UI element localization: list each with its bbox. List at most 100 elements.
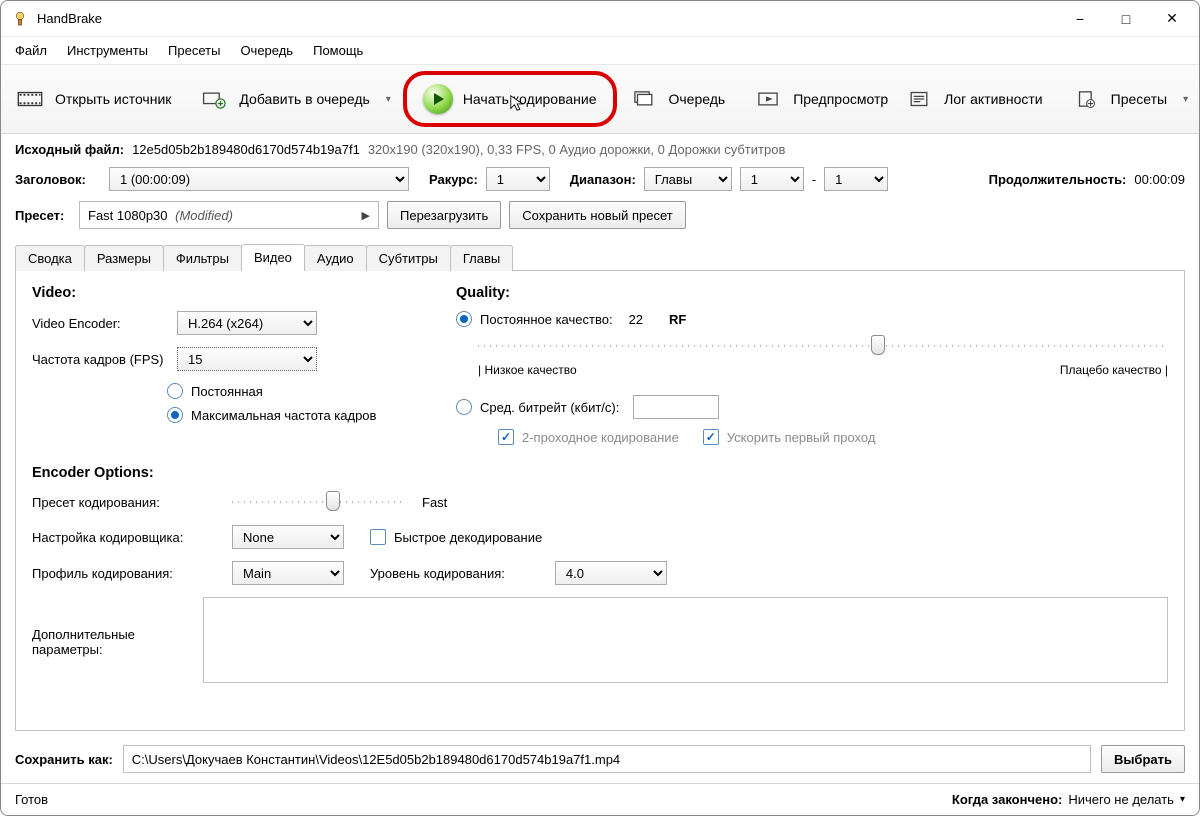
avg-bitrate-label: Сред. битрейт (кбит/с): [480, 400, 619, 415]
enc-preset-label: Пресет кодирования: [32, 495, 222, 510]
filmstrip-icon [15, 86, 45, 112]
menu-queue[interactable]: Очередь [230, 39, 303, 62]
when-done-value: Ничего не делать [1068, 792, 1174, 807]
enc-profile-select[interactable]: Main [232, 561, 344, 585]
fast-decode-check[interactable]: Быстрое декодирование [370, 529, 542, 545]
toolbar: Открыть источник Добавить в очередь ▾ На… [1, 64, 1199, 134]
cq-unit: RF [669, 312, 686, 327]
activity-log-label: Лог активности [944, 91, 1042, 107]
placebo-label: Плацебо качество | [1060, 363, 1168, 377]
addl-params-input[interactable] [203, 597, 1168, 683]
angle-label: Ракурс: [429, 172, 478, 187]
two-pass-check[interactable]: 2-проходное кодирование [498, 429, 679, 445]
save-as-label: Сохранить как: [15, 752, 113, 767]
quality-scale-labels: | Низкое качество Плацебо качество | [478, 363, 1168, 377]
main-body: Исходный файл: 12e5d05b2b189480d6170d574… [1, 134, 1199, 731]
enc-tune-select[interactable]: None [232, 525, 344, 549]
when-done-select[interactable]: Когда закончено: Ничего не делать ▾ [952, 792, 1185, 807]
fps-constant-radio[interactable]: Постоянная [167, 383, 432, 399]
start-encode-label: Начать кодирование [463, 91, 597, 107]
turbo-first-check[interactable]: Ускорить первый проход [703, 429, 876, 445]
tab-summary[interactable]: Сводка [15, 245, 85, 271]
save-as-input[interactable] [123, 745, 1091, 773]
video-encoder-label: Video Encoder: [32, 316, 167, 331]
preset-row: Пресет: Fast 1080p30 (Modified) ▶ Переза… [15, 201, 1185, 229]
presets-icon [1071, 86, 1101, 112]
fps-select[interactable]: 15 [177, 347, 317, 371]
video-heading: Video: [32, 285, 432, 301]
tab-subtitles[interactable]: Субтитры [366, 245, 451, 271]
enc-preset-slider[interactable] [232, 491, 402, 513]
tab-filters[interactable]: Фильтры [163, 245, 242, 271]
range-label: Диапазон: [570, 172, 636, 187]
avg-bitrate-input[interactable] [633, 395, 719, 419]
menubar: Файл Инструменты Пресеты Очередь Помощь [1, 37, 1199, 64]
preset-label: Пресет: [15, 208, 71, 223]
preset-modified: (Modified) [175, 208, 233, 223]
activity-log-icon [904, 86, 934, 112]
constant-quality-radio[interactable]: Постоянное качество: 22 RF [456, 311, 1168, 327]
start-encode-highlight: Начать кодирование [403, 71, 617, 127]
close-button[interactable]: ✕ [1149, 1, 1195, 37]
open-source-button[interactable]: Открыть источник [7, 80, 179, 118]
enc-profile-label: Профиль кодирования: [32, 566, 222, 581]
range-from-select[interactable]: 1 [740, 167, 804, 191]
save-new-preset-button[interactable]: Сохранить новый пресет [509, 201, 686, 229]
angle-select[interactable]: 1 [486, 167, 550, 191]
avg-bitrate-radio[interactable]: Сред. битрейт (кбит/с): [456, 395, 1168, 419]
save-row: Сохранить как: Выбрать [1, 731, 1199, 783]
preview-label: Предпросмотр [793, 91, 888, 107]
preset-combo[interactable]: Fast 1080p30 (Modified) ▶ [79, 201, 379, 229]
title-select[interactable]: 1 (00:00:09) [109, 167, 409, 191]
app-window: HandBrake − □ ✕ Файл Инструменты Пресеты… [0, 0, 1200, 816]
queue-icon [629, 86, 659, 112]
fps-label: Частота кадров (FPS) [32, 352, 167, 367]
source-name: 12e5d05b2b189480d6170d574b19a7f1 [132, 142, 360, 157]
add-queue-button[interactable]: Добавить в очередь ▾ [191, 80, 398, 118]
low-quality-label: | Низкое качество [478, 363, 577, 377]
minimize-button[interactable]: − [1057, 1, 1103, 37]
queue-button[interactable]: Очередь [621, 80, 734, 118]
queue-label: Очередь [669, 91, 726, 107]
duration-label: Продолжительность: [989, 172, 1127, 187]
start-encode-button[interactable]: Начать кодирование [417, 84, 603, 114]
title-row: Заголовок: 1 (00:00:09) Ракурс: 1 Диапаз… [15, 167, 1185, 191]
enc-preset-value: Fast [422, 495, 447, 510]
chevron-down-icon: ▾ [386, 94, 391, 105]
preview-button[interactable]: Предпросмотр [745, 80, 896, 118]
tab-video[interactable]: Видео [241, 244, 305, 271]
preview-icon [753, 86, 783, 112]
tab-chapters[interactable]: Главы [450, 245, 513, 271]
source-label: Исходный файл: [15, 142, 124, 157]
range-type-select[interactable]: Главы [644, 167, 732, 191]
app-icon [11, 10, 29, 28]
activity-log-button[interactable]: Лог активности [896, 80, 1050, 118]
chevron-down-icon: ▾ [1180, 794, 1185, 805]
presets-button[interactable]: Пресеты ▾ [1063, 80, 1196, 118]
open-source-label: Открыть источник [55, 91, 171, 107]
source-row: Исходный файл: 12e5d05b2b189480d6170d574… [15, 142, 1185, 157]
window-title: HandBrake [37, 11, 102, 26]
enc-tune-label: Настройка кодировщика: [32, 530, 222, 545]
quality-slider[interactable] [478, 335, 1168, 357]
source-info: 320x190 (320x190), 0,33 FPS, 0 Аудио дор… [368, 142, 786, 157]
range-to-select[interactable]: 1 [824, 167, 888, 191]
maximize-button[interactable]: □ [1103, 1, 1149, 37]
tab-dimensions[interactable]: Размеры [84, 245, 164, 271]
menu-help[interactable]: Помощь [303, 39, 373, 62]
preset-value: Fast 1080p30 [88, 208, 168, 223]
browse-button[interactable]: Выбрать [1101, 745, 1185, 773]
reload-preset-button[interactable]: Перезагрузить [387, 201, 501, 229]
menu-file[interactable]: Файл [5, 39, 57, 62]
enc-level-select[interactable]: 4.0 [555, 561, 667, 585]
add-queue-label: Добавить в очередь [239, 91, 369, 107]
fps-peak-radio[interactable]: Максимальная частота кадров [167, 407, 432, 423]
menu-presets[interactable]: Пресеты [158, 39, 230, 62]
tab-audio[interactable]: Аудио [304, 245, 367, 271]
video-encoder-select[interactable]: H.264 (x264) [177, 311, 317, 335]
title-label: Заголовок: [15, 172, 101, 187]
cq-label: Постоянное качество: [480, 312, 613, 327]
chevron-right-icon: ▶ [362, 209, 370, 222]
menu-tools[interactable]: Инструменты [57, 39, 158, 62]
duration-value: 00:00:09 [1134, 172, 1185, 187]
